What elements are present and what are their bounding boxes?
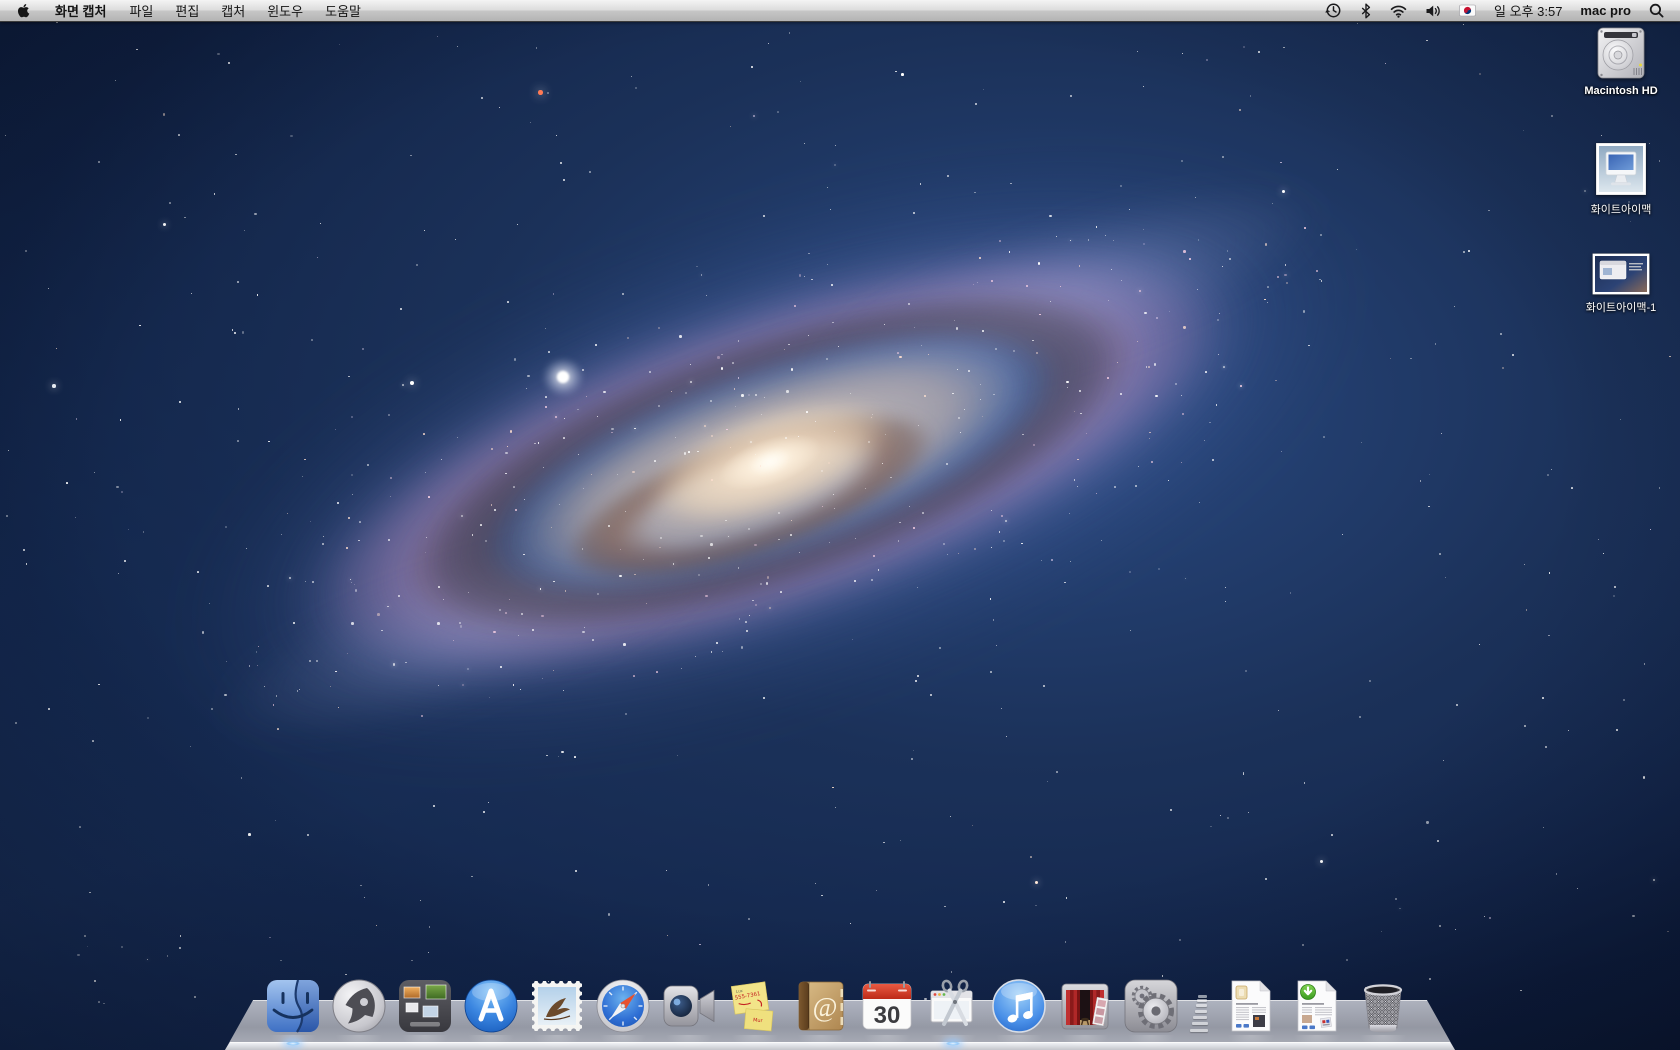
desktop-icon-white-imac-1[interactable]: 화이트아이맥-1	[1578, 252, 1664, 315]
ical-calendar-icon: 30	[858, 977, 916, 1035]
dock-item-system-preferences[interactable]	[1122, 977, 1180, 1035]
dock-item-finder[interactable]	[264, 977, 322, 1035]
downloads-stack-icon	[1288, 977, 1346, 1035]
grab-scissors-icon	[924, 977, 982, 1035]
svg-text:Mur: Mur	[753, 1017, 764, 1024]
launchpad-rocket-icon	[330, 977, 388, 1035]
app-store-icon	[462, 977, 520, 1035]
screenshot-photo-icon	[1591, 252, 1651, 296]
desktop-screen: 화면 캡처 파일 편집 캡처 윈도우 도움말 일 오후 3:57	[0, 0, 1680, 1050]
dock-stack-downloads[interactable]	[1288, 977, 1346, 1035]
trash-icon	[1354, 977, 1412, 1035]
korean-flag-icon	[1459, 3, 1476, 18]
wifi-icon	[1390, 4, 1407, 18]
desktop-icon-macintosh-hd[interactable]: Macintosh HD	[1578, 24, 1664, 97]
dock-item-address-book[interactable]: @	[792, 977, 850, 1035]
input-source-menu[interactable]	[1450, 0, 1485, 21]
menu-clock[interactable]: 일 오후 3:57	[1485, 1, 1571, 20]
time-machine-menu[interactable]	[1316, 0, 1351, 21]
dock-item-ical[interactable]: 30	[858, 977, 916, 1035]
dock-item-grab[interactable]	[924, 977, 982, 1035]
dock-separator	[1188, 987, 1214, 1035]
menu-help[interactable]: 도움말	[314, 0, 372, 21]
desktop-icon-label: Macintosh HD	[1584, 85, 1657, 97]
photo-booth-icon	[1056, 977, 1114, 1035]
menu-bar: 화면 캡처 파일 편집 캡처 윈도우 도움말 일 오후 3:57	[0, 0, 1680, 22]
running-indicator-grab	[945, 1041, 961, 1046]
time-machine-icon	[1325, 2, 1342, 19]
spotlight-menu[interactable]	[1640, 0, 1680, 21]
stickies-notes-icon: Lux 555-7361 Mur	[726, 977, 784, 1035]
wifi-menu[interactable]	[1381, 0, 1416, 21]
running-indicator-finder	[285, 1041, 301, 1046]
imac-photo-icon	[1593, 140, 1649, 198]
system-preferences-gears-icon	[1122, 977, 1180, 1035]
dock-item-safari[interactable]	[594, 977, 652, 1035]
menu-edit[interactable]: 편집	[164, 0, 210, 21]
mission-control-icon	[396, 977, 454, 1035]
itunes-note-icon	[990, 977, 1048, 1035]
mail-stamp-icon	[528, 977, 586, 1035]
menu-app-name[interactable]: 화면 캡처	[43, 0, 118, 21]
spotlight-search-icon	[1649, 3, 1664, 18]
volume-menu[interactable]	[1416, 0, 1450, 21]
dock-item-facetime[interactable]	[660, 977, 718, 1035]
bluetooth-icon	[1360, 3, 1372, 19]
bluetooth-menu[interactable]	[1351, 0, 1381, 21]
desktop-icon-label: 화이트아이맥	[1591, 201, 1652, 217]
dock-item-itunes[interactable]	[990, 977, 1048, 1035]
dock-item-mission-control[interactable]	[396, 977, 454, 1035]
dock-item-launchpad[interactable]	[330, 977, 388, 1035]
dock-stack-documents[interactable]	[1222, 977, 1280, 1035]
svg-text:30: 30	[874, 1002, 901, 1029]
volume-icon	[1425, 4, 1441, 18]
dock-item-app-store[interactable]	[462, 977, 520, 1035]
menu-file[interactable]: 파일	[118, 0, 164, 21]
desktop-icon-label: 화이트아이맥-1	[1586, 299, 1657, 315]
wallpaper-andromeda-galaxy	[0, 0, 1680, 1050]
dock: Lux 555-7361 Mur	[0, 930, 1680, 1050]
address-book-icon: @	[792, 977, 850, 1035]
dock-item-trash[interactable]	[1354, 977, 1412, 1035]
dock-item-photo-booth[interactable]	[1056, 977, 1114, 1035]
facetime-camera-icon	[660, 977, 718, 1035]
finder-icon	[264, 977, 322, 1035]
dock-item-mail[interactable]	[528, 977, 586, 1035]
documents-stack-icon	[1222, 977, 1280, 1035]
apple-menu[interactable]	[0, 0, 43, 21]
menu-username[interactable]: mac pro	[1571, 3, 1640, 18]
hard-drive-icon	[1592, 24, 1650, 82]
safari-compass-icon	[594, 977, 652, 1035]
desktop-icon-white-imac[interactable]: 화이트아이맥	[1578, 140, 1664, 217]
starfield	[0, 0, 1680, 1050]
dock-item-stickies[interactable]: Lux 555-7361 Mur	[726, 977, 784, 1035]
apple-logo-icon	[17, 3, 30, 18]
menu-window[interactable]: 윈도우	[256, 0, 314, 21]
svg-text:@: @	[813, 992, 838, 1022]
menu-capture[interactable]: 캡처	[210, 0, 256, 21]
